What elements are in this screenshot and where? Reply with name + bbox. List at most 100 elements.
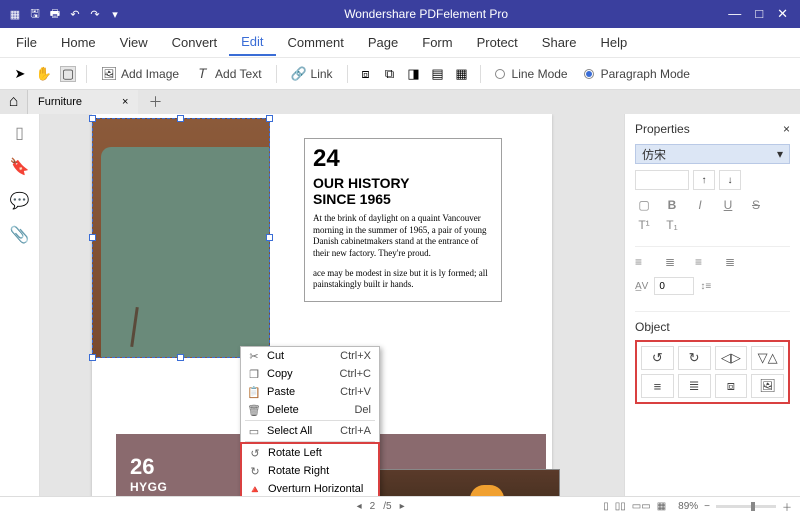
close-button[interactable]: ✕ [777,6,788,22]
resize-handle[interactable] [89,115,96,122]
menu-edit[interactable]: Edit [229,29,275,56]
maximize-button[interactable]: □ [755,6,763,22]
obj-replace-image[interactable]: 🖼 [751,374,784,398]
page-current[interactable]: 2 [370,501,376,512]
align-justify-button[interactable]: ≣ [725,255,745,269]
comments-icon[interactable]: 💬 [11,192,29,210]
tab-close-icon[interactable]: × [122,96,128,108]
obj-align-2[interactable]: ≣ [678,374,711,398]
font-family-select[interactable]: 仿宋 ▾ [635,144,790,164]
menu-help[interactable]: Help [589,30,640,55]
document-canvas[interactable]: 24 OUR HISTORY SINCE 1965 At the brink o… [40,114,624,496]
font-color-swatch[interactable]: ▢ [635,198,653,212]
obj-align-1[interactable]: ≡ [641,374,674,398]
qa-dropdown-icon[interactable]: ▾ [106,5,124,23]
font-size-increase[interactable]: ↑ [693,170,715,190]
strike-button[interactable]: S [747,198,765,212]
resize-handle[interactable] [89,354,96,361]
selected-image[interactable] [92,118,270,358]
menu-protect[interactable]: Protect [465,30,530,55]
document-tab[interactable]: Furniture × [28,90,138,114]
obj-rotate-right[interactable]: ↻ [678,346,711,370]
font-size-select[interactable] [635,170,689,190]
obj-flip-vertical[interactable]: ▽△ [751,346,784,370]
resize-handle[interactable] [177,354,184,361]
properties-close-icon[interactable]: × [783,122,790,136]
ctx-cut[interactable]: ✂CutCtrl+X [241,347,379,365]
align-center-button[interactable]: ≣ [665,255,685,269]
bates-icon[interactable]: ▦ [454,66,470,82]
watermark-icon[interactable]: ⧉ [382,66,398,82]
attachments-icon[interactable]: 📎 [11,226,29,244]
menu-comment[interactable]: Comment [276,30,356,55]
menu-share[interactable]: Share [530,30,589,55]
undo-icon[interactable]: ↶ [66,5,84,23]
lamp-image[interactable] [360,469,560,496]
align-left-button[interactable]: ≡ [635,255,655,269]
zoom-in-icon[interactable]: ＋ [782,499,792,514]
background-icon[interactable]: ◨ [406,66,422,82]
paragraph-mode-radio[interactable]: Paragraph Mode [580,64,694,84]
cursor-icon[interactable]: ➤ [12,66,28,82]
zoom-value[interactable]: 89% [678,501,698,512]
ctx-copy[interactable]: ❐CopyCtrl+C [241,365,379,383]
add-image-button[interactable]: 🖼Add Image [97,63,183,85]
font-size-decrease[interactable]: ↓ [719,170,741,190]
crop-icon[interactable]: ⧈ [358,66,374,82]
ctx-rotate-left[interactable]: ↺Rotate Left [242,444,378,462]
status-bar: ◂ 2 /5 ▸ ▯ ▯▯ ▭▭ ▦ 89% − ＋ [0,496,800,516]
add-text-button[interactable]: 𝑇Add Text [191,63,265,85]
minimize-button[interactable]: ― [728,6,741,22]
subscript-button[interactable]: T₁ [663,218,681,232]
resize-handle[interactable] [266,234,273,241]
line-spacing-icon[interactable]: ↕≡ [700,281,711,292]
bookmarks-icon[interactable]: 🔖 [11,158,29,176]
zoom-out-icon[interactable]: − [704,501,710,512]
header-footer-icon[interactable]: ▤ [430,66,446,82]
save-icon[interactable]: 🖫 [26,5,44,23]
redo-icon[interactable]: ↷ [86,5,104,23]
ctx-delete[interactable]: 🗑DeleteDel [241,401,379,419]
menu-file[interactable]: File [4,30,49,55]
edit-object-icon[interactable]: ▢ [60,66,76,82]
cut-icon: ✂ [245,350,263,363]
obj-flip-horizontal[interactable]: ◁▷ [715,346,748,370]
superscript-button[interactable]: T¹ [635,218,653,232]
zoom-thumb[interactable] [751,502,755,511]
bold-button[interactable]: B [663,198,681,212]
obj-rotate-left[interactable]: ↺ [641,346,674,370]
menu-convert[interactable]: Convert [160,30,230,55]
ctx-paste[interactable]: 📋PasteCtrl+V [241,383,379,401]
home-tab-icon[interactable]: ⌂ [0,90,28,114]
char-spacing-input[interactable] [654,277,694,295]
thumbnails-icon[interactable]: ▯ [11,124,29,142]
align-right-button[interactable]: ≡ [695,255,715,269]
menu-page[interactable]: Page [356,30,410,55]
page-next-icon[interactable]: ▸ [400,501,405,512]
italic-button[interactable]: I [691,198,709,212]
hand-icon[interactable]: ✋ [36,66,52,82]
page-prev-icon[interactable]: ◂ [357,501,362,512]
resize-handle[interactable] [177,115,184,122]
ctx-select-all[interactable]: ▭Select AllCtrl+A [241,422,379,440]
view-continuous-icon[interactable]: ▯▯ [615,501,626,512]
print-icon[interactable]: 🖶 [46,5,64,23]
view-two-page-icon[interactable]: ▭▭ [632,501,651,512]
link-button[interactable]: 🔗Link [287,63,337,85]
resize-handle[interactable] [89,234,96,241]
text-block-24[interactable]: 24 OUR HISTORY SINCE 1965 At the brink o… [304,138,502,302]
obj-crop[interactable]: ⧈ [715,374,748,398]
resize-handle[interactable] [266,115,273,122]
menu-form[interactable]: Form [410,30,464,55]
image-icon: 🖼 [101,66,117,82]
zoom-slider[interactable] [716,505,776,508]
view-single-icon[interactable]: ▯ [603,501,609,512]
underline-button[interactable]: U [719,198,737,212]
view-grid-icon[interactable]: ▦ [657,501,666,512]
menu-view[interactable]: View [108,30,160,55]
ctx-rotate-right[interactable]: ↻Rotate Right [242,462,378,480]
ctx-overturn-horizontal[interactable]: 🔺Overturn Horizontal [242,480,378,496]
new-tab-button[interactable]: ＋ [138,92,172,112]
menu-home[interactable]: Home [49,30,108,55]
line-mode-radio[interactable]: Line Mode [491,64,572,84]
